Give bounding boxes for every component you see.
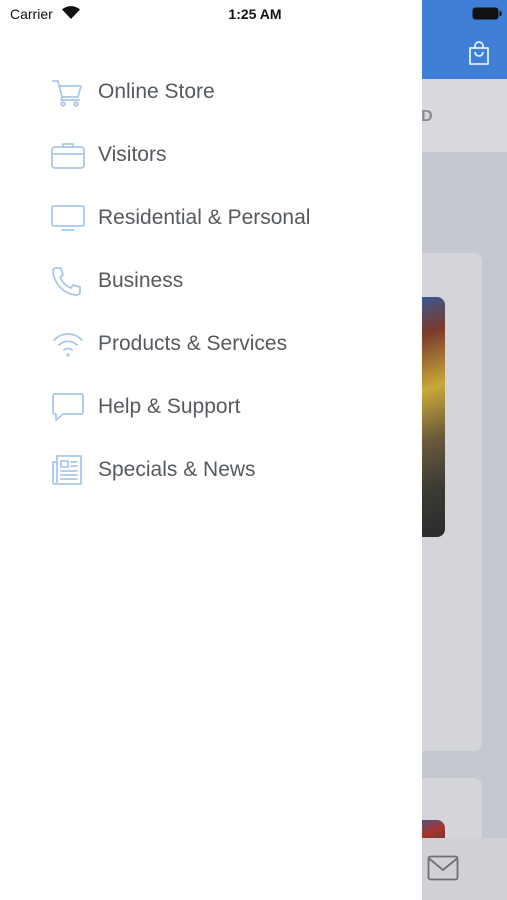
newspaper-icon (52, 455, 82, 485)
menu-item-visitors[interactable]: Visitors (0, 124, 422, 187)
status-bar: Carrier 1:25 AM (0, 0, 507, 28)
chat-bubble-icon (52, 393, 84, 421)
monitor-icon (51, 205, 85, 231)
wifi-icon (53, 333, 83, 357)
shopping-bag-icon[interactable] (467, 40, 491, 66)
menu-item-label: Business (98, 269, 184, 292)
menu-item-specials-news[interactable]: Specials & News (0, 439, 422, 502)
mail-icon[interactable] (427, 855, 459, 881)
menu-item-products-services[interactable]: Products & Services (0, 313, 422, 376)
screen: ARD E) Online Store (0, 0, 507, 900)
menu-item-label: Help & Support (98, 395, 241, 418)
menu-item-residential-personal[interactable]: Residential & Personal (0, 187, 422, 250)
clock: 1:25 AM (228, 6, 282, 22)
navigation-drawer: Online Store Visitors Residential & Pers… (0, 0, 422, 900)
carrier-label: Carrier (10, 6, 53, 22)
battery-icon (472, 7, 502, 20)
briefcase-icon (51, 143, 85, 169)
menu-item-label: Online Store (98, 80, 215, 103)
menu-item-label: Specials & News (98, 458, 256, 481)
menu-item-online-store[interactable]: Online Store (0, 61, 422, 124)
wifi-signal-icon (62, 6, 80, 19)
menu-item-help-support[interactable]: Help & Support (0, 376, 422, 439)
phone-icon (52, 267, 81, 296)
menu-item-label: Visitors (98, 143, 167, 166)
menu-item-business[interactable]: Business (0, 250, 422, 313)
menu-item-label: Residential & Personal (98, 206, 311, 229)
menu-item-label: Products & Services (98, 332, 288, 355)
drawer-menu: Online Store Visitors Residential & Pers… (0, 61, 422, 502)
shopping-cart-icon (52, 80, 82, 107)
